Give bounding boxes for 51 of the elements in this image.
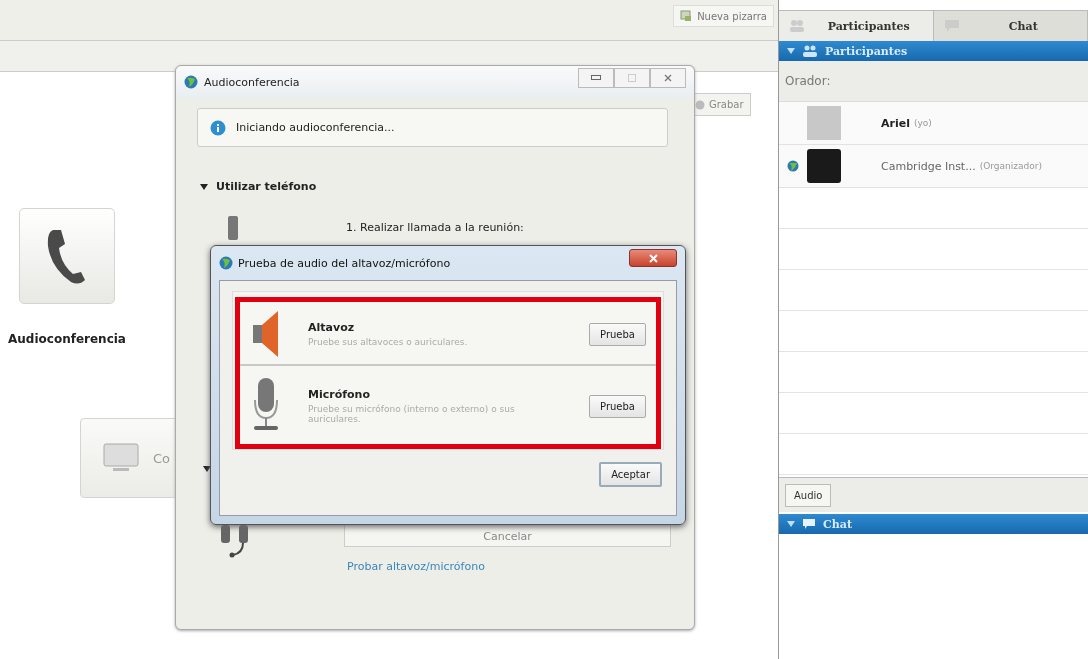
accept-button[interactable]: Aceptar xyxy=(599,462,662,487)
section-header[interactable]: Chat xyxy=(779,514,1088,534)
globe-icon xyxy=(219,256,233,270)
panel-tab[interactable]: Chat xyxy=(933,11,1088,41)
globe-icon xyxy=(184,75,198,89)
logo-avatar xyxy=(807,149,841,183)
maximize-icon xyxy=(628,74,636,82)
panel-tab[interactable]: Participantes xyxy=(779,11,934,41)
section-heading[interactable]: Utilizar teléfono xyxy=(200,180,317,193)
test-button[interactable]: Prueba xyxy=(589,394,646,418)
participant-role: (yo) xyxy=(913,118,932,128)
speaker-icon xyxy=(252,309,280,359)
device-name: Altavoz xyxy=(308,321,356,334)
participant-row[interactable]: Ariel (yo) xyxy=(779,102,1088,145)
device-hint: Pruebe su micrófono (interno o externo) o sus auriculares. xyxy=(308,404,516,424)
device-name: Micrófono xyxy=(308,388,371,401)
close-button[interactable] xyxy=(629,249,677,267)
speech-bubble-icon xyxy=(802,518,816,530)
participant-role: (Organizador) xyxy=(979,161,1042,171)
tile-label: Audioconferencia xyxy=(8,332,126,346)
phone-tile[interactable] xyxy=(19,208,115,304)
collapse-triangle-icon xyxy=(787,48,795,54)
test-button[interactable]: Prueba xyxy=(589,322,646,346)
collapse-triangle-icon xyxy=(200,183,208,190)
section-header[interactable]: Participantes xyxy=(779,41,1088,61)
minimize-icon xyxy=(591,75,601,81)
info-text: Iniciando audioconferencia... xyxy=(236,121,395,134)
test-audio-link[interactable]: Probar altavoz/micrófono xyxy=(347,560,485,573)
close-icon xyxy=(648,253,658,263)
handset-icon xyxy=(226,216,240,240)
monitor-icon xyxy=(103,443,139,473)
minimize-button[interactable] xyxy=(578,68,614,88)
participant-name: Cambridge Inst... xyxy=(881,159,976,173)
window-title: Audioconferencia xyxy=(204,75,300,89)
audio-button[interactable]: Audio xyxy=(785,483,832,507)
people-icon xyxy=(802,45,818,57)
dialog-title: Prueba de audio del altavoz/micrófono xyxy=(238,256,451,270)
device-hint: Pruebe sus altavoces o auriculares. xyxy=(308,337,469,347)
new-whiteboard-button[interactable]: Nueva pizarra xyxy=(673,5,774,27)
participant-row[interactable]: Cambridge Inst... (Organizador) xyxy=(779,145,1088,188)
collapse-triangle-icon xyxy=(787,521,795,527)
close-icon xyxy=(664,74,672,82)
speaker-label: Orador: xyxy=(785,74,831,88)
people-icon xyxy=(789,19,805,33)
avatar-placeholder xyxy=(807,106,841,140)
participant-name: Ariel xyxy=(881,116,910,130)
info-icon xyxy=(210,119,226,136)
instruction-text: 1. Realizar llamada a la reunión: xyxy=(346,221,524,234)
collapse-triangle-icon[interactable] xyxy=(203,466,211,472)
record-icon xyxy=(695,99,705,110)
whiteboard-icon xyxy=(680,10,693,22)
